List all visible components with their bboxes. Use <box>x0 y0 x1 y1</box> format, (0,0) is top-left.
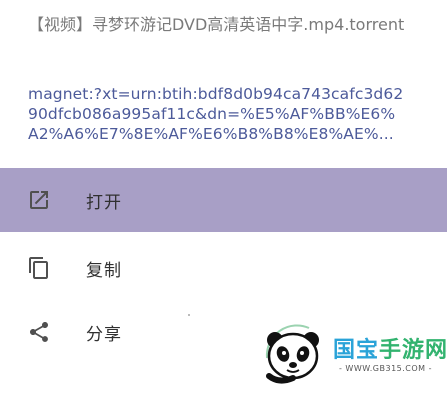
menu-item-copy-label: 复制 <box>86 260 122 281</box>
share-icon <box>26 319 52 345</box>
torrent-file-title: 【视频】寻梦环游记DVD高清英语中字.mp4.torrent <box>28 15 405 34</box>
open-in-new-icon <box>26 187 52 213</box>
panda-logo-icon <box>259 318 331 394</box>
menu-item-open[interactable]: 打开 <box>0 168 447 232</box>
watermark-brand: 国宝手游网 <box>333 338 447 363</box>
watermark-url: - WWW.GB315.COM - <box>339 364 432 373</box>
magnet-link-text: magnet:?xt=urn:btih:bdf8d0b94ca743cafc3d… <box>28 84 438 144</box>
context-menu-sheet: 【视频】寻梦环游记DVD高清英语中字.mp4.torrent magnet:?x… <box>0 0 447 394</box>
copy-icon <box>26 255 52 281</box>
magnet-line-3: A2%A6%E7%8E%AF%E6%B8%B8%E8%AE%... <box>28 125 394 143</box>
site-watermark: 国宝手游网 - WWW.GB315.COM - <box>253 318 447 390</box>
magnet-line-2: 90dfcb086a995af11c&dn=%E5%AF%BB%E6% <box>28 105 396 123</box>
magnet-line-1: magnet:?xt=urn:btih:bdf8d0b94ca743cafc3d… <box>28 85 404 103</box>
stray-dot <box>188 314 190 316</box>
menu-item-share-label: 分享 <box>86 324 122 345</box>
menu-item-open-label: 打开 <box>86 192 122 213</box>
menu-item-copy[interactable]: 复制 <box>0 236 447 300</box>
